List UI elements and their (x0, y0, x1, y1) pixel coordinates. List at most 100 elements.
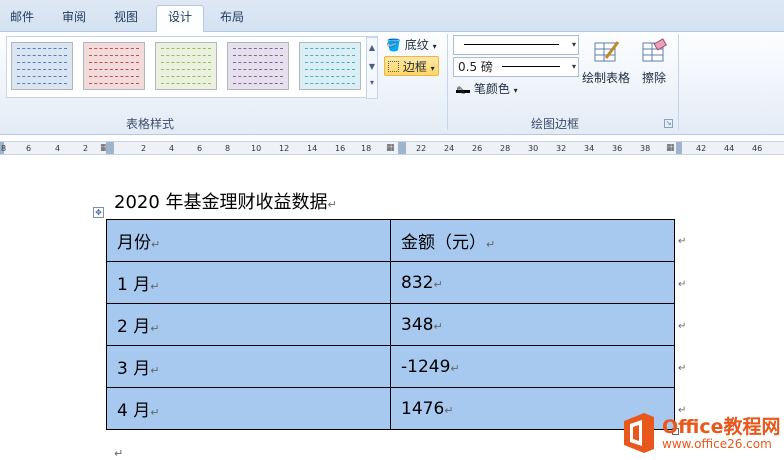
borders-button[interactable]: 边框 ▾ (384, 56, 439, 76)
table-cell[interactable]: 2 月↵ (106, 303, 391, 346)
table-header-cell[interactable]: 金额（元）↵ (390, 219, 675, 262)
table-row: 4 月↵ 1476↵ (106, 387, 675, 430)
data-table: 月份↵ 金额（元）↵ 1 月↵ 832↵ 2 月↵ 348↵ 3 月↵ -124… (106, 219, 675, 430)
watermark: Office教程网 www.office26.com (618, 408, 784, 460)
tab-view[interactable]: 视图 (104, 6, 148, 30)
table-style-swatch-red[interactable] (83, 42, 145, 90)
table-cell[interactable]: -1249↵ (390, 345, 675, 388)
watermark-name: Office教程网 (662, 416, 781, 438)
chevron-down-icon: ▾ (430, 64, 435, 73)
table-style-swatch-aqua[interactable] (299, 42, 361, 90)
ruler-label: 26 (472, 144, 483, 153)
eraser-icon (642, 38, 668, 62)
ruler-margin (106, 142, 114, 154)
document-title-text: 2020 年基金理财收益数据 (114, 192, 328, 213)
ruler-label: 24 (444, 144, 455, 153)
tab-review[interactable]: 审阅 (52, 6, 96, 30)
ruler-label: 44 (724, 144, 735, 153)
borders-icon (388, 61, 399, 72)
draw-table-button[interactable]: 绘制表格 (580, 38, 632, 86)
draw-table-label: 绘制表格 (581, 71, 630, 85)
ruler-label: 18 (361, 144, 372, 153)
swatch-line (17, 69, 67, 70)
ruler-column-marker-icon[interactable]: ▦ (666, 143, 675, 154)
ruler-label: 12 (279, 144, 290, 153)
swatch-line (161, 69, 211, 70)
swatch-line (305, 83, 355, 84)
ruler-label: 8 (225, 144, 231, 153)
dialog-launcher-icon[interactable]: ↘ (664, 119, 673, 128)
row-end-mark-icon: ↵ (678, 363, 687, 374)
document-title[interactable]: 2020 年基金理财收益数据↵ (114, 188, 337, 214)
borders-label: 边框 (402, 60, 427, 74)
paragraph-mark-icon: ↵ (327, 198, 337, 211)
table-row: 1 月↵ 832↵ (106, 261, 675, 304)
gallery-more-icon[interactable]: ▾ (367, 76, 377, 90)
ruler-label: 4 (55, 144, 61, 153)
swatch-line (161, 62, 211, 63)
eraser-button[interactable]: 擦除 (636, 38, 672, 86)
ruler-margin (398, 142, 406, 154)
pen-weight-combo[interactable]: 0.5 磅 ▾ (453, 57, 579, 77)
ruler-label: 4 (169, 144, 175, 153)
chevron-down-icon: ▾ (571, 62, 576, 71)
table-cell[interactable]: 348↵ (390, 303, 675, 346)
swatch-line (89, 76, 139, 77)
swatch-line (233, 55, 283, 56)
ruler-label: 22 (416, 144, 427, 153)
ruler-label: 2 (141, 144, 147, 153)
ruler-column-marker-icon[interactable]: ▦ (386, 143, 395, 154)
table-styles-group-label: 表格样式 (125, 117, 174, 131)
swatch-line (161, 55, 211, 56)
paragraph-mark-icon[interactable]: ↵ (114, 447, 123, 460)
table-cell[interactable]: 4 月↵ (106, 387, 391, 430)
swatch-line (233, 48, 283, 49)
swatch-line (89, 48, 139, 49)
swatch-line (161, 76, 211, 77)
office-logo-icon (624, 413, 654, 453)
table-cell[interactable]: 832↵ (390, 261, 675, 304)
ruler-label: 14 (307, 144, 318, 153)
tab-mailings[interactable]: 邮件 (0, 6, 44, 30)
pen-color-button[interactable]: ✎ 笔颜色 ▾ (456, 79, 518, 99)
table-cell[interactable]: 1 月↵ (106, 261, 391, 304)
table-header-cell[interactable]: 月份↵ (106, 219, 391, 262)
chevron-down-icon: ▾ (513, 86, 518, 95)
tab-design[interactable]: 设计 (156, 5, 204, 32)
swatch-line (89, 69, 139, 70)
draw-borders-group-label: 绘图边框 (530, 117, 579, 131)
table-style-swatch-green[interactable] (155, 42, 217, 90)
group-separator (447, 34, 448, 130)
table-styles-gallery (6, 36, 378, 98)
table-move-handle-icon[interactable]: ✥ (93, 207, 104, 218)
swatch-line (305, 48, 355, 49)
table-cell[interactable]: 3 月↵ (106, 345, 391, 388)
swatch-line (17, 62, 67, 63)
swatch-line (233, 69, 283, 70)
draw-table-icon (594, 41, 620, 62)
shading-button[interactable]: 🪣 底纹 ▾ (386, 35, 437, 55)
table-style-swatch-blue[interactable] (11, 42, 73, 90)
tab-layout[interactable]: 布局 (210, 6, 254, 30)
line-weight-preview (502, 66, 560, 67)
line-style-preview (464, 44, 559, 45)
swatch-line (17, 48, 67, 49)
shading-label: 底纹 (404, 38, 429, 52)
gallery-scroll-up-icon[interactable]: ▲ (367, 38, 377, 57)
ruler-label: 16 (335, 144, 346, 153)
ruler-label: 34 (584, 144, 595, 153)
swatch-line (161, 48, 211, 49)
watermark-url: www.office26.com (662, 437, 772, 451)
gallery-scroll[interactable]: ▲ ▼ ▾ (366, 37, 378, 99)
table-style-swatch-purple[interactable] (227, 42, 289, 90)
ruler-label: 8 (1, 144, 7, 153)
ruler-label: 6 (26, 144, 32, 153)
horizontal-ruler[interactable]: 6 4 2 8 ▦ 2 4 6 8 10 12 14 16 18 ▦ 22 24… (0, 141, 784, 155)
row-end-mark-icon: ↵ (678, 236, 687, 247)
gallery-scroll-down-icon[interactable]: ▼ (367, 57, 377, 76)
ruler-label: 32 (556, 144, 567, 153)
ruler-label: 38 (640, 144, 651, 153)
pen-style-combo[interactable]: ▾ (453, 35, 579, 55)
swatch-line (305, 76, 355, 77)
paint-bucket-icon: 🪣 (386, 38, 401, 52)
